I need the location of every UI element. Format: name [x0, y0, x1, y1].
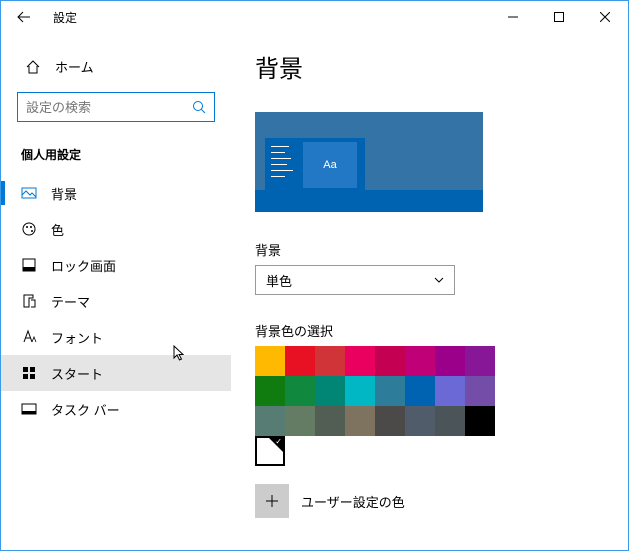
color-swatch[interactable] — [405, 406, 435, 436]
color-swatch[interactable] — [375, 346, 405, 376]
color-swatch[interactable] — [345, 376, 375, 406]
sidebar-item-label: タスク バー — [51, 400, 120, 419]
back-button[interactable] — [1, 1, 47, 33]
color-swatch[interactable] — [285, 346, 315, 376]
sidebar-item-label: フォント — [51, 328, 103, 347]
main-panel: 背景 Aa 背景 単色 背景色の選択 ✓ ユーザー設定の色 — [231, 33, 628, 550]
search-input[interactable] — [17, 92, 215, 122]
search-field[interactable] — [26, 100, 186, 115]
sidebar: ホーム 個人用設定 背景 色 ロック画面 — [1, 33, 231, 550]
sidebar-item-label: 背景 — [51, 184, 77, 203]
font-icon — [21, 329, 37, 345]
sidebar-item-taskbar[interactable]: タスク バー — [1, 391, 231, 427]
page-title: 背景 — [255, 49, 604, 84]
color-swatch[interactable] — [405, 376, 435, 406]
maximize-icon — [554, 12, 564, 22]
palette-icon — [21, 221, 37, 237]
color-swatch[interactable] — [465, 406, 495, 436]
theme-icon — [21, 293, 37, 309]
sidebar-item-background[interactable]: 背景 — [1, 175, 231, 211]
picture-icon — [21, 185, 37, 201]
color-swatch[interactable] — [345, 346, 375, 376]
section-header: 個人用設定 — [1, 138, 231, 175]
color-swatch[interactable] — [435, 406, 465, 436]
color-swatch[interactable] — [465, 376, 495, 406]
sidebar-item-lockscreen[interactable]: ロック画面 — [1, 247, 231, 283]
window-title: 設定 — [53, 9, 77, 26]
close-button[interactable] — [582, 1, 628, 33]
color-swatch[interactable] — [435, 376, 465, 406]
minimize-icon — [508, 12, 518, 22]
color-swatch[interactable] — [345, 406, 375, 436]
minimize-button[interactable] — [490, 1, 536, 33]
color-swatch[interactable] — [255, 406, 285, 436]
sidebar-item-themes[interactable]: テーマ — [1, 283, 231, 319]
plus-icon — [265, 494, 279, 508]
desktop-preview: Aa — [255, 112, 483, 212]
background-label: 背景 — [255, 240, 604, 259]
sidebar-item-colors[interactable]: 色 — [1, 211, 231, 247]
color-swatch[interactable] — [255, 346, 285, 376]
color-choose-label: 背景色の選択 — [255, 321, 604, 340]
sidebar-item-label: 色 — [51, 220, 64, 239]
home-icon — [25, 59, 41, 75]
background-dropdown[interactable]: 単色 — [255, 265, 455, 295]
arrow-left-icon — [17, 10, 31, 24]
home-link[interactable]: ホーム — [1, 51, 231, 86]
custom-color-label: ユーザー設定の色 — [301, 492, 405, 511]
sidebar-item-start[interactable]: スタート — [1, 355, 231, 391]
preview-tile: Aa — [303, 142, 357, 188]
color-swatch[interactable] — [465, 346, 495, 376]
lockscreen-icon — [21, 257, 37, 273]
color-swatch[interactable] — [435, 346, 465, 376]
sidebar-item-label: テーマ — [51, 292, 90, 311]
color-swatch[interactable] — [285, 406, 315, 436]
taskbar-icon — [21, 401, 37, 417]
color-swatch[interactable] — [375, 376, 405, 406]
maximize-button[interactable] — [536, 1, 582, 33]
color-swatch[interactable] — [375, 406, 405, 436]
color-swatch[interactable] — [315, 376, 345, 406]
sidebar-item-fonts[interactable]: フォント — [1, 319, 231, 355]
color-swatch[interactable] — [285, 376, 315, 406]
color-swatch[interactable] — [405, 346, 435, 376]
color-swatch[interactable] — [255, 376, 285, 406]
home-label: ホーム — [55, 57, 94, 76]
start-icon — [21, 365, 37, 381]
color-swatches: ✓ — [255, 346, 495, 466]
custom-color-button[interactable] — [255, 484, 289, 518]
color-swatch[interactable] — [315, 346, 345, 376]
color-swatch[interactable]: ✓ — [255, 436, 285, 466]
sidebar-item-label: ロック画面 — [51, 256, 116, 275]
search-icon — [192, 100, 206, 114]
sidebar-item-label: スタート — [51, 364, 103, 383]
color-swatch[interactable] — [315, 406, 345, 436]
close-icon — [600, 12, 610, 22]
chevron-down-icon — [434, 277, 444, 283]
dropdown-value: 単色 — [266, 271, 292, 290]
